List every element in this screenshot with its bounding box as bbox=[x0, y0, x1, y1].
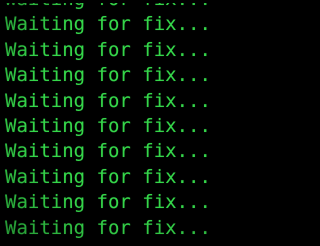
terminal-output: Waiting for fix... Waiting for fix... Wa… bbox=[0, 0, 254, 246]
terminal-line: Waiting for fix... bbox=[5, 114, 211, 137]
terminal-line: Waiting for fix... bbox=[5, 165, 211, 188]
terminal-line: Waiting for fix... bbox=[5, 13, 211, 36]
terminal-line: Waiting for fix... bbox=[5, 140, 211, 163]
terminal-line: Waiting for fix... bbox=[5, 64, 211, 87]
terminal-line: Waiting for fix... bbox=[5, 89, 211, 112]
terminal-line: Waiting for fix... bbox=[0, 3, 254, 12]
terminal-line: Waiting for fix... bbox=[5, 191, 211, 214]
terminal-line: Waiting for fix... bbox=[5, 216, 211, 239]
terminal-line: Waiting for fix... bbox=[5, 38, 211, 61]
